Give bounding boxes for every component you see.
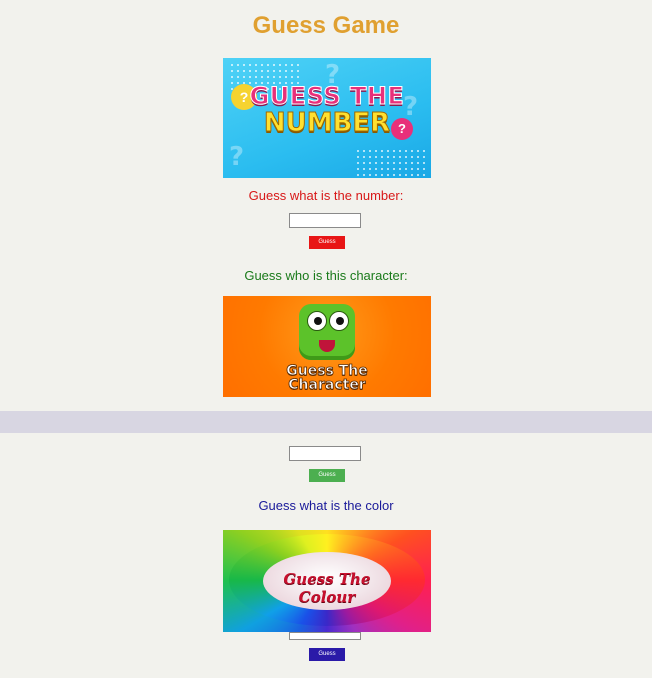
divider-band	[0, 411, 652, 433]
question-mark-icon: ?	[229, 142, 245, 172]
frog-eye-icon	[307, 311, 327, 331]
number-guess-button[interactable]: Guess	[309, 236, 345, 249]
number-guess-input[interactable]	[289, 213, 361, 228]
character-question-label: Guess who is this character:	[244, 268, 408, 283]
character-guess-input[interactable]	[289, 446, 361, 461]
frog-character-icon	[299, 304, 355, 360]
banner-title-line1: Guess The	[286, 363, 368, 379]
character-guess-button[interactable]: Guess	[309, 469, 345, 482]
guess-the-number-image: ? ? ? ? ? GUESS THE NUMBER	[223, 58, 431, 178]
color-guess-input[interactable]	[289, 632, 361, 640]
color-guess-button[interactable]: Guess	[309, 648, 345, 661]
number-question-label: Guess what is the number:	[248, 188, 404, 203]
banner-title-line1: GUESS THE	[249, 82, 405, 111]
guess-the-character-image: Guess The Character	[223, 296, 431, 397]
guess-the-colour-image: Guess The Colour	[223, 530, 431, 632]
banner-title: Guess The Colour	[283, 570, 371, 606]
frog-eye-icon	[329, 311, 349, 331]
page-title: Guess Game	[252, 12, 400, 39]
color-question-label: Guess what is the color	[258, 498, 394, 513]
banner-title-line2: Character	[288, 377, 366, 393]
dot-pattern-decoration	[355, 148, 425, 176]
frog-mouth-icon	[319, 340, 335, 352]
banner-title-line2: NUMBER	[263, 108, 391, 139]
